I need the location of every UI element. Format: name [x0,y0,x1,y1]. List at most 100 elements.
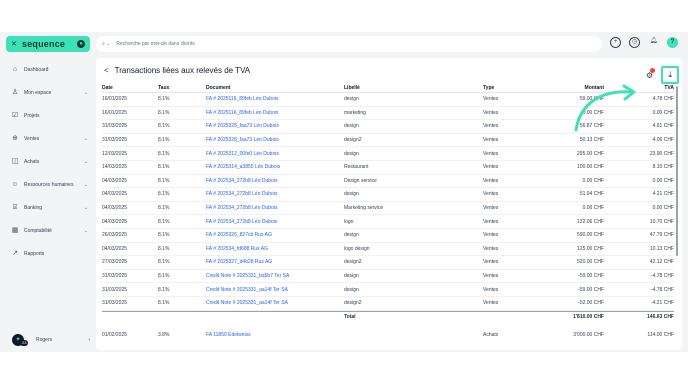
row-document-link[interactable]: FA 11850 Edelweiss [206,332,344,338]
calculator-icon: ▦ [11,226,19,234]
table-row[interactable]: 31/03/2025 8.1% Credit Note # 2025331_aa14… [102,297,674,311]
sidebar-nav: ⌂ Dashboard ♙ Mon espace ⌄ ☑ Projets ⊕ Ventes ⌄ ◫ A… [6,58,90,265]
back-button[interactable]: < [104,66,109,75]
chevron-down-icon[interactable]: ⌄ [84,90,88,96]
row-montant: -52.00 CHF [578,300,604,307]
table-row[interactable]: 31/03/2025 8.1% Credit Note # 2025331_ba5b… [102,270,674,284]
search-input[interactable]: Recherche par mot-clé dans clients [116,41,194,47]
sidebar-item-dashboard[interactable]: ⌂ Dashboard [6,58,90,81]
row-date: 14/03/2025 [102,164,128,171]
row-document-link[interactable]: FA # 2025116_89feb Léo Dubois [206,96,344,102]
table-row[interactable]: 12/03/2025 8.1% FA # 2025312_00fe0 Léo Dub… [102,147,674,161]
sidebar-item-comptabilit-[interactable]: ▦ Comptabilité ⌄ [6,219,90,242]
row-taux: 8.1% [158,273,170,280]
total-tva: 146.63 CHF [647,314,674,320]
user-profile[interactable]: ✦ 23 Rogers › [6,332,90,348]
row-libelle: Restaurant [344,164,369,171]
row-taux: 8.1% [158,259,170,266]
sidebar-item-label: Dashboard [24,66,49,73]
people-icon: ☺ [11,180,19,188]
row-document-link[interactable]: FA # 202534_272b8 Léo Dubois [206,191,344,197]
row-taux: 8.1% [158,137,170,144]
bag-icon: ◫ [11,157,19,165]
chevron-down-icon[interactable]: ⌄ [84,159,88,165]
sidebar-item-label: Projets [24,112,40,119]
row-document-link[interactable]: FA # 2025328_faa73 Léo Dubois [206,123,344,129]
brand-menu-icon[interactable]: ● [77,40,85,48]
help-icon[interactable]: ? [667,37,678,48]
row-date: 27/03/2025 [102,259,128,266]
row-document-link[interactable]: Credit Note # 2025331_aa14f Ter SA [206,300,344,306]
row-type: Ventes [483,191,499,198]
table-row[interactable]: 01/02/2025 3.8% FA 11850 Edelweiss Achat… [102,329,674,341]
sidebar-item-ressources-humaines[interactable]: ☺ Ressources humaines ⌄ [6,173,90,196]
table-row[interactable]: 04/03/2025 8.1% FA # 202534_272b8 Léo Dubo… [102,188,674,202]
row-document-link[interactable]: FA # 2025328_faa73 Léo Dubois [206,137,344,143]
add-icon[interactable]: + [610,37,621,48]
table-row[interactable]: 31/03/2025 8.1% FA # 2025328_faa73 Léo Dub… [102,134,674,148]
row-date: 12/03/2025 [102,150,128,157]
chevron-down-icon[interactable]: ⌄ [84,136,88,142]
row-libelle: design [344,191,359,198]
page-title: Transactions liées aux relevés de TVA [114,66,251,75]
row-libelle: design [344,286,359,293]
brand-logo[interactable]: ✕ sequence ● [6,36,90,52]
col-date[interactable]: Date [102,85,158,91]
table-row[interactable]: 26/03/2025 8.1% FA # 2025326_827cb Rus AG d… [102,229,674,243]
row-document-link[interactable]: Credit Note # 2025331_aa14f Ter SA [206,287,344,293]
chevron-down-icon[interactable]: ⌄ [84,228,88,234]
total-row: Total 1'810.00 CHF 146.63 CHF [102,310,674,323]
row-libelle: design [344,150,359,157]
table-row[interactable]: 04/03/2025 8.1% FA # 202534_272b8 Léo Dubo… [102,202,674,216]
filter-icon[interactable]: ⚙ [646,67,655,80]
sidebar-item-projets[interactable]: ☑ Projets [6,104,90,127]
table-row[interactable]: 04/03/2025 8.1% FA # 202534_272b8 Léo Dubo… [102,175,674,189]
search-bar[interactable]: ⌕ ⌄ Recherche par mot-clé dans clients [96,36,602,52]
row-type: Ventes [483,286,499,293]
sidebar-item-banking[interactable]: ⌸ Banking ⌄ [6,196,90,219]
row-document-link[interactable]: FA # 2025327_d4b28 Rus AG [206,259,344,265]
row-document-link[interactable]: FA # 2025116_89feb Léo Dubois [206,110,344,116]
sidebar-item-ventes[interactable]: ⊕ Ventes ⌄ [6,127,90,150]
row-montant: -59.00 CHF [578,273,604,280]
download-button[interactable]: ⤓ [661,66,680,84]
row-document-link[interactable]: FA # 202534_272b8 Léo Dubois [206,178,344,184]
table-row[interactable]: 31/03/2025 8.1% Credit Note # 2025331_aa14… [102,283,674,297]
row-document-link[interactable]: FA # 202534_fd688 Rus AG [206,246,344,252]
chevron-down-icon[interactable]: ⌄ [84,182,88,188]
table-row[interactable]: 27/03/2025 8.1% FA # 2025327_d4b28 Rus AG d… [102,256,674,270]
table-row[interactable]: 04/03/2025 8.1% FA # 202534_272b8 Léo Dubo… [102,215,674,229]
chevron-right-icon[interactable]: › [88,337,90,343]
row-montant: 0.00 CHF [582,177,604,184]
row-document-link[interactable]: FA # 2025312_00fe0 Léo Dubois [206,151,344,157]
col-libelle[interactable]: Libellé [344,85,483,91]
sidebar-item-mon-espace[interactable]: ♙ Mon espace ⌄ [6,81,90,104]
chevron-down-icon[interactable]: ⌄ [84,205,88,211]
row-libelle: design2 [344,259,362,266]
row-tva: 10.70 CHF [649,218,674,225]
scrollbar[interactable] [676,86,678,256]
row-document-link[interactable]: Credit Note # 2025331_ba5b7 Ter SA [206,273,344,279]
brand-name: sequence [22,39,66,49]
col-taux[interactable]: Taux [158,85,206,91]
bell-icon[interactable]: 🔔︎ [648,37,659,48]
col-document[interactable]: Document [206,85,344,91]
row-document-link[interactable]: FA # 2025326_827cb Rus AG [206,232,344,238]
sidebar-item-rapports[interactable]: ↗ Rapports [6,242,90,265]
avatar[interactable]: ✦ 23 [12,334,29,346]
row-montant: -59.00 CHF [578,286,604,293]
row-taux: 8.1% [158,286,170,293]
row-document-link[interactable]: FA # 202534_272b8 Léo Dubois [206,205,344,211]
row-date: 01/02/2025 [102,332,128,338]
col-type[interactable]: Type [483,85,554,91]
sidebar-item-label: Ventes [24,135,40,142]
row-document-link[interactable]: FA # 2025314_a3855 Léo Dubois [206,164,344,170]
clock-icon[interactable]: ◷ [629,37,640,48]
table-row[interactable]: 04/03/2025 8.1% FA # 202534_fd688 Rus AG lo… [102,243,674,257]
sidebar-item-label: Ressources humaines [24,181,74,188]
sidebar-item-achats[interactable]: ◫ Achats ⌄ [6,150,90,173]
row-libelle: Marketing service [344,205,384,212]
row-document-link[interactable]: FA # 202534_272b8 Léo Dubois [206,219,344,225]
table-row[interactable]: 14/03/2025 8.1% FA # 2025314_a3855 Léo Dub… [102,161,674,175]
row-montant: 51.94 CHF [579,191,604,198]
